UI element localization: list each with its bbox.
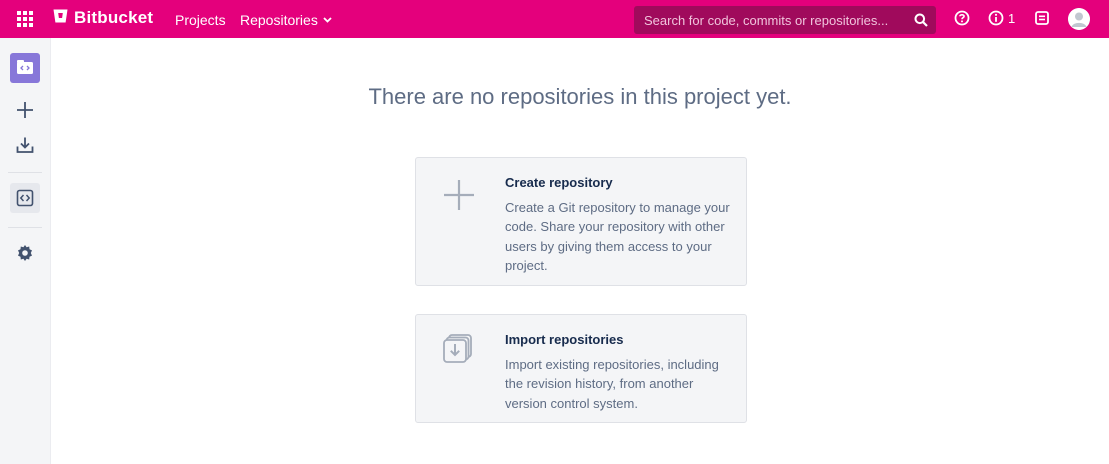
nav-repositories-dropdown[interactable]: Repositories bbox=[240, 12, 332, 28]
card-title: Create repository bbox=[505, 175, 613, 190]
help-button[interactable] bbox=[954, 10, 970, 26]
code-icon bbox=[16, 189, 34, 207]
help-icon bbox=[954, 10, 970, 26]
nav-projects-link[interactable]: Projects bbox=[175, 12, 226, 28]
nav-repositories-label: Repositories bbox=[240, 12, 318, 28]
search-icon[interactable] bbox=[914, 13, 928, 27]
create-repository-card[interactable]: Create repository Create a Git repositor… bbox=[415, 157, 747, 286]
card-title: Import repositories bbox=[505, 332, 624, 347]
sidebar-project-avatar[interactable] bbox=[10, 53, 40, 83]
empty-state-message: There are no repositories in this projec… bbox=[368, 84, 792, 109]
plus-icon bbox=[444, 180, 474, 210]
app-switcher-icon[interactable] bbox=[17, 11, 33, 27]
search-input[interactable] bbox=[644, 12, 902, 28]
download-icon bbox=[16, 137, 34, 153]
notifications-button[interactable]: 1 bbox=[988, 10, 1015, 26]
feedback-button[interactable] bbox=[1034, 10, 1050, 26]
product-name: Bitbucket bbox=[74, 8, 154, 27]
sidebar-divider bbox=[8, 227, 42, 228]
user-icon bbox=[1068, 8, 1090, 30]
import-repositories-icon bbox=[442, 333, 474, 370]
card-description: Import existing repositories, including … bbox=[505, 357, 719, 411]
top-navigation-bar: Bitbucket Projects Repositories 1 bbox=[0, 0, 1109, 38]
sidebar-repositories[interactable] bbox=[10, 183, 40, 213]
import-icon bbox=[443, 334, 472, 363]
search-box[interactable] bbox=[634, 6, 936, 34]
project-avatar-icon bbox=[10, 53, 40, 83]
info-icon bbox=[988, 10, 1004, 26]
import-repositories-card[interactable]: Import repositories Import existing repo… bbox=[415, 314, 747, 423]
sidebar-settings[interactable] bbox=[10, 238, 40, 268]
bitbucket-logo[interactable]: Bitbucket bbox=[53, 8, 153, 28]
create-repository-icon bbox=[442, 178, 476, 217]
sidebar-import-repository[interactable] bbox=[10, 130, 40, 160]
card-description: Create a Git repository to manage your c… bbox=[505, 200, 730, 273]
chevron-down-icon bbox=[323, 17, 332, 23]
feedback-icon bbox=[1035, 11, 1049, 25]
notification-count: 1 bbox=[1008, 10, 1016, 26]
gear-icon bbox=[18, 245, 32, 261]
sidebar-divider bbox=[8, 172, 42, 173]
user-avatar[interactable] bbox=[1068, 8, 1090, 30]
bucket-icon bbox=[53, 9, 68, 28]
